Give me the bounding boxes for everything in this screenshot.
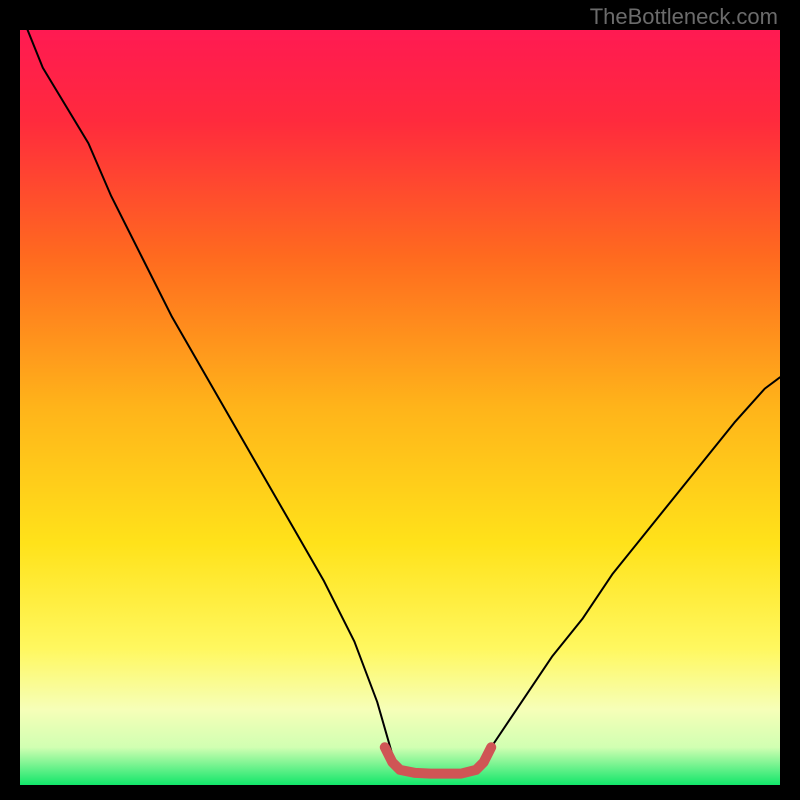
chart-svg — [20, 30, 780, 785]
gradient-background — [20, 30, 780, 785]
plot-area — [20, 30, 780, 785]
outer-frame: TheBottleneck.com — [0, 0, 800, 800]
watermark-text: TheBottleneck.com — [590, 4, 778, 30]
